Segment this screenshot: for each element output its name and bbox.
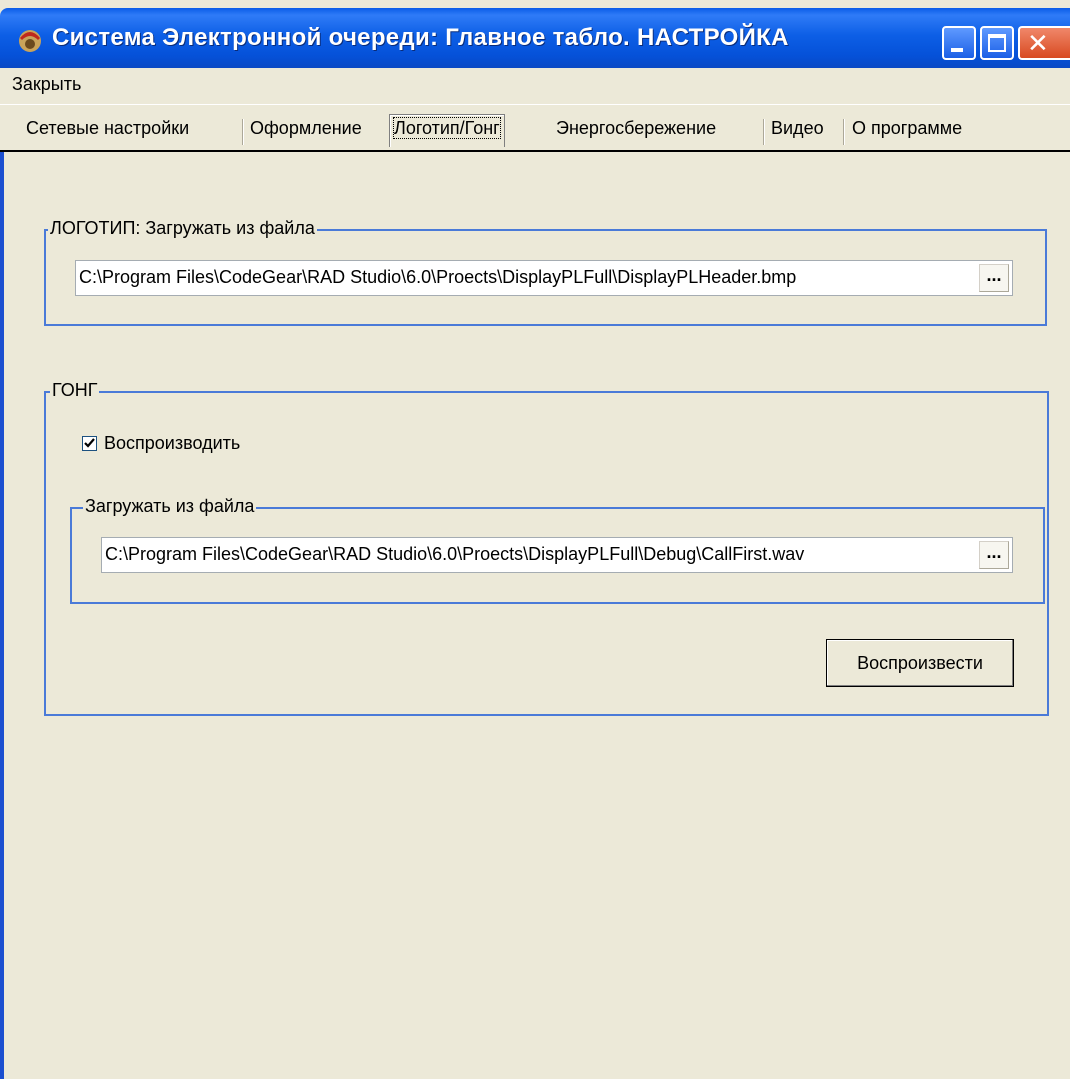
minimize-button[interactable] [942,26,976,60]
tab-separator [763,119,765,145]
tab-logo-gong[interactable]: Логотип/Гонг [389,114,505,147]
tab-power-saving[interactable]: Энергосбережение [556,118,716,139]
menu-close[interactable]: Закрыть [12,74,81,95]
tab-network-settings[interactable]: Сетевые настройки [26,118,189,139]
logo-browse-button[interactable]: ... [979,264,1009,292]
tab-logo-gong-label: Логотип/Гонг [393,117,501,139]
tab-separator [242,119,244,145]
play-checkbox[interactable] [82,436,97,451]
play-checkbox-label[interactable]: Воспроизводить [104,433,240,454]
tab-separator [843,119,845,145]
maximize-button[interactable] [980,26,1014,60]
tab-about[interactable]: О программе [852,118,962,139]
gong-path-field[interactable]: C:\Program Files\CodeGear\RAD Studio\6.0… [101,537,1013,573]
logo-path-field[interactable]: C:\Program Files\CodeGear\RAD Studio\6.0… [75,260,1013,296]
maximize-icon [988,34,1006,52]
menu-bar: Закрыть [0,68,1070,105]
gong-file-groupbox-title: Загружать из файла [83,496,257,517]
close-icon: ✕ [1027,28,1049,58]
window-title: Система Электронной очереди: Главное таб… [52,24,789,51]
tab-video[interactable]: Видео [771,118,824,139]
gong-browse-button[interactable]: ... [979,541,1009,569]
play-sound-button[interactable]: Воспроизвести [826,639,1014,687]
tab-strip-border [0,150,1070,152]
minimize-icon [951,48,963,52]
gong-groupbox-title: ГОНГ [50,380,100,401]
window-left-border [0,152,4,1079]
title-bar[interactable]: Система Электронной очереди: Главное таб… [0,8,1070,68]
checkmark-icon [84,438,95,448]
logo-groupbox-title: ЛОГОТИП: Загружать из файла [48,218,317,239]
app-icon [19,30,41,52]
tab-appearance[interactable]: Оформление [250,118,362,139]
close-window-button[interactable]: ✕ [1018,26,1070,60]
